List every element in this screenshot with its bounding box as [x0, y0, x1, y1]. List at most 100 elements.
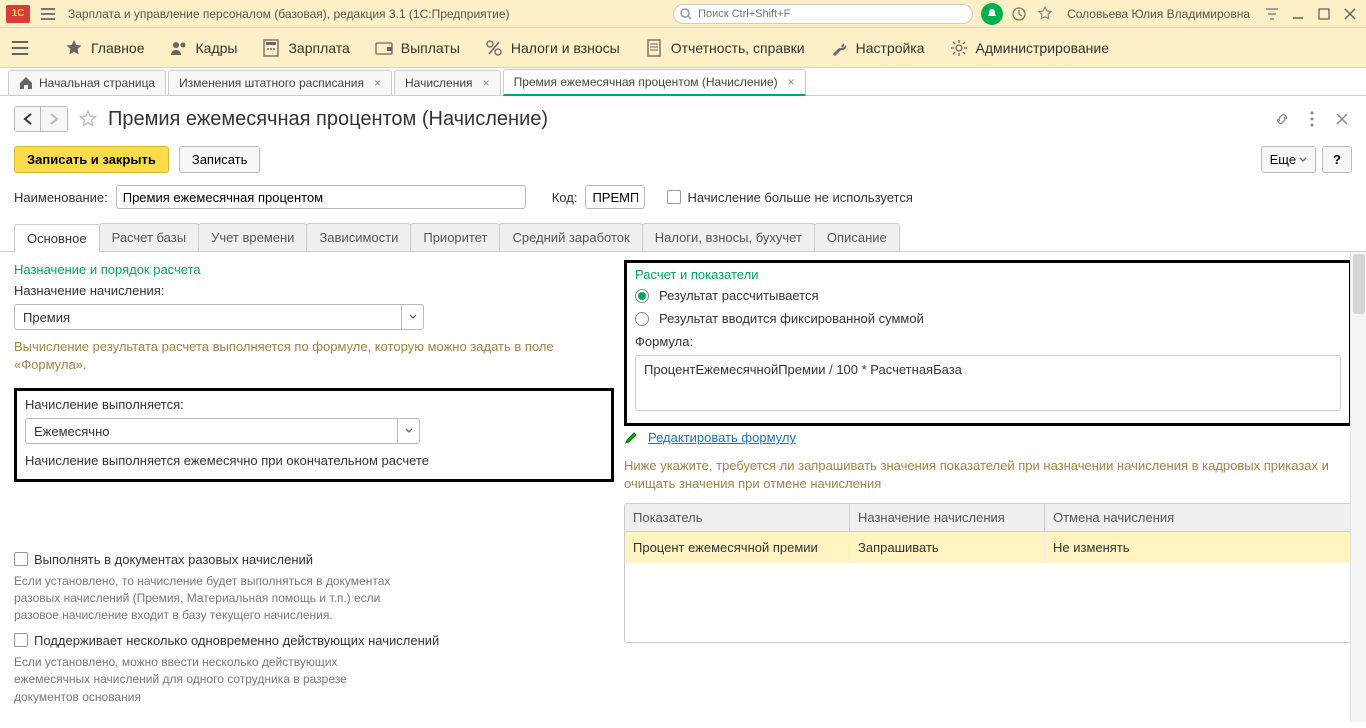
th-assign: Назначение начисления	[850, 504, 1045, 531]
more-button[interactable]: Еще	[1261, 146, 1316, 173]
favorite-icon[interactable]	[78, 109, 98, 129]
indicators-hint: Ниже укажите, требуется ли запрашивать з…	[624, 457, 1352, 493]
menu-salary[interactable]: Зарплата	[262, 39, 349, 57]
titlebar: 1C Зарплата и управление персоналом (баз…	[0, 0, 1366, 28]
radio-calculated[interactable]	[635, 289, 649, 303]
th-indicator: Показатель	[625, 504, 850, 531]
content: Назначение и порядок расчета Назначение …	[0, 252, 1366, 722]
perform-select[interactable]: Ежемесячно	[25, 418, 420, 444]
tab-avg[interactable]: Средний заработок	[499, 223, 642, 251]
more-vertical-icon[interactable]	[1302, 109, 1322, 129]
not-used-label: Начисление больше не используется	[687, 190, 912, 205]
link-icon[interactable]	[1272, 109, 1292, 129]
star-solid-icon	[65, 39, 83, 57]
tab-time[interactable]: Учет времени	[198, 223, 307, 251]
group-assignment: Назначение и порядок расчета	[14, 262, 614, 277]
tab-staff-changes[interactable]: Изменения штатного расписания ×	[168, 70, 392, 95]
menu-settings[interactable]: Настройка	[830, 39, 925, 57]
assign-select[interactable]: Премия	[14, 304, 424, 330]
formula-label: Формула:	[635, 334, 1341, 349]
tab-main[interactable]: Основное	[14, 224, 100, 252]
minimize-icon[interactable]	[1288, 4, 1308, 24]
tab-desc[interactable]: Описание	[814, 223, 900, 251]
people-icon	[170, 39, 188, 57]
wallet-icon	[375, 39, 393, 57]
tab-close-icon[interactable]: ×	[788, 75, 795, 89]
wrench-icon	[830, 39, 848, 57]
edit-formula-link[interactable]: Редактировать формулу	[648, 430, 796, 445]
nav-forward-button[interactable]	[41, 107, 67, 131]
filter-icon[interactable]	[1262, 4, 1282, 24]
header-form: Наименование: Код: Начисление больше не …	[0, 183, 1366, 217]
menu-main[interactable]: Главное	[65, 39, 145, 57]
tab-deps[interactable]: Зависимости	[306, 223, 411, 251]
save-button[interactable]: Записать	[179, 146, 261, 173]
calc-box: Расчет и показатели Результат рассчитыва…	[624, 260, 1352, 426]
nav-back-button[interactable]	[15, 107, 41, 131]
percent-icon	[485, 39, 503, 57]
page-header: Премия ежемесячная процентом (Начисление…	[0, 96, 1366, 142]
form-tabs: Основное Расчет базы Учет времени Зависи…	[0, 223, 1366, 252]
close-page-icon[interactable]	[1332, 109, 1352, 129]
tab-accruals[interactable]: Начисления ×	[394, 70, 501, 95]
group-calc: Расчет и показатели	[635, 267, 1341, 282]
formula-box: ПроцентЕжемесячнойПремии / 100 * Расчетн…	[635, 355, 1341, 411]
close-icon[interactable]	[1340, 4, 1360, 24]
hamburger-icon[interactable]	[38, 4, 58, 24]
cb-single-docs[interactable]	[14, 552, 28, 566]
save-close-button[interactable]: Записать и закрыть	[14, 146, 169, 173]
tab-close-icon[interactable]: ×	[374, 76, 381, 90]
history-icon[interactable]	[1009, 4, 1029, 24]
radio2-label: Результат вводится фиксированной суммой	[659, 311, 924, 326]
calculator-icon	[262, 39, 280, 57]
not-used-checkbox[interactable]	[667, 190, 681, 204]
search-input[interactable]	[673, 4, 973, 24]
tab-base[interactable]: Расчет базы	[99, 223, 200, 251]
tab-tax[interactable]: Налоги, взносы, бухучет	[642, 223, 815, 251]
menu-hamburger-icon[interactable]	[10, 38, 30, 58]
perform-hint: Начисление выполняется ежемесячно при ок…	[25, 452, 603, 470]
cb1-label: Выполнять в документах разовых начислени…	[34, 552, 313, 567]
chevron-down-icon[interactable]	[397, 419, 419, 443]
tab-start-page[interactable]: Начальная страница	[8, 70, 166, 95]
document-icon	[645, 39, 663, 57]
search-bar	[673, 4, 973, 24]
name-input[interactable]	[116, 185, 526, 209]
chevron-down-icon	[1299, 156, 1307, 164]
menu-payments[interactable]: Выплаты	[375, 39, 460, 57]
menu-admin[interactable]: Администрирование	[950, 39, 1110, 57]
cb2-label: Поддерживает несколько одновременно дейс…	[34, 633, 439, 648]
user-name: Соловьева Юлия Владимировна	[1067, 7, 1250, 21]
code-input[interactable]	[585, 185, 645, 209]
maximize-icon[interactable]	[1314, 4, 1334, 24]
gear-icon	[950, 39, 968, 57]
perform-label: Начисление выполняется:	[25, 397, 603, 412]
notifications-icon[interactable]	[981, 3, 1003, 25]
app-title: Зарплата и управление персоналом (базова…	[68, 7, 510, 21]
left-column: Назначение и порядок расчета Назначение …	[14, 262, 614, 722]
table-row[interactable]: Процент ежемесячной премии Запрашивать Н…	[625, 532, 1351, 563]
code-label: Код:	[552, 190, 578, 205]
star-icon[interactable]	[1035, 4, 1055, 24]
scrollbar[interactable]	[1350, 252, 1366, 722]
menubar: Главное Кадры Зарплата Выплаты Налоги и …	[0, 28, 1366, 68]
menu-reports[interactable]: Отчетность, справки	[645, 39, 805, 57]
tab-prio[interactable]: Приоритет	[410, 223, 500, 251]
pencil-icon	[624, 431, 638, 445]
help-button[interactable]: ?	[1322, 146, 1352, 173]
chevron-down-icon[interactable]	[401, 305, 423, 329]
page-title: Премия ежемесячная процентом (Начисление…	[108, 108, 548, 131]
scrollbar-thumb[interactable]	[1353, 254, 1365, 314]
assign-hint: Вычисление результата расчета выполняетс…	[14, 338, 614, 374]
indicators-table: Показатель Назначение начисления Отмена …	[624, 503, 1352, 643]
radio1-label: Результат рассчитывается	[659, 288, 819, 303]
right-column: Расчет и показатели Результат рассчитыва…	[624, 262, 1352, 722]
assign-label: Назначение начисления:	[14, 283, 614, 298]
menu-taxes[interactable]: Налоги и взносы	[485, 39, 620, 57]
radio-fixed[interactable]	[635, 312, 649, 326]
tab-current[interactable]: Премия ежемесячная процентом (Начисление…	[503, 69, 806, 96]
cb1-hint: Если установлено, то начисление будет вы…	[14, 573, 404, 625]
tab-close-icon[interactable]: ×	[483, 76, 490, 90]
cb-multiple[interactable]	[14, 633, 28, 647]
menu-hr[interactable]: Кадры	[170, 39, 238, 57]
